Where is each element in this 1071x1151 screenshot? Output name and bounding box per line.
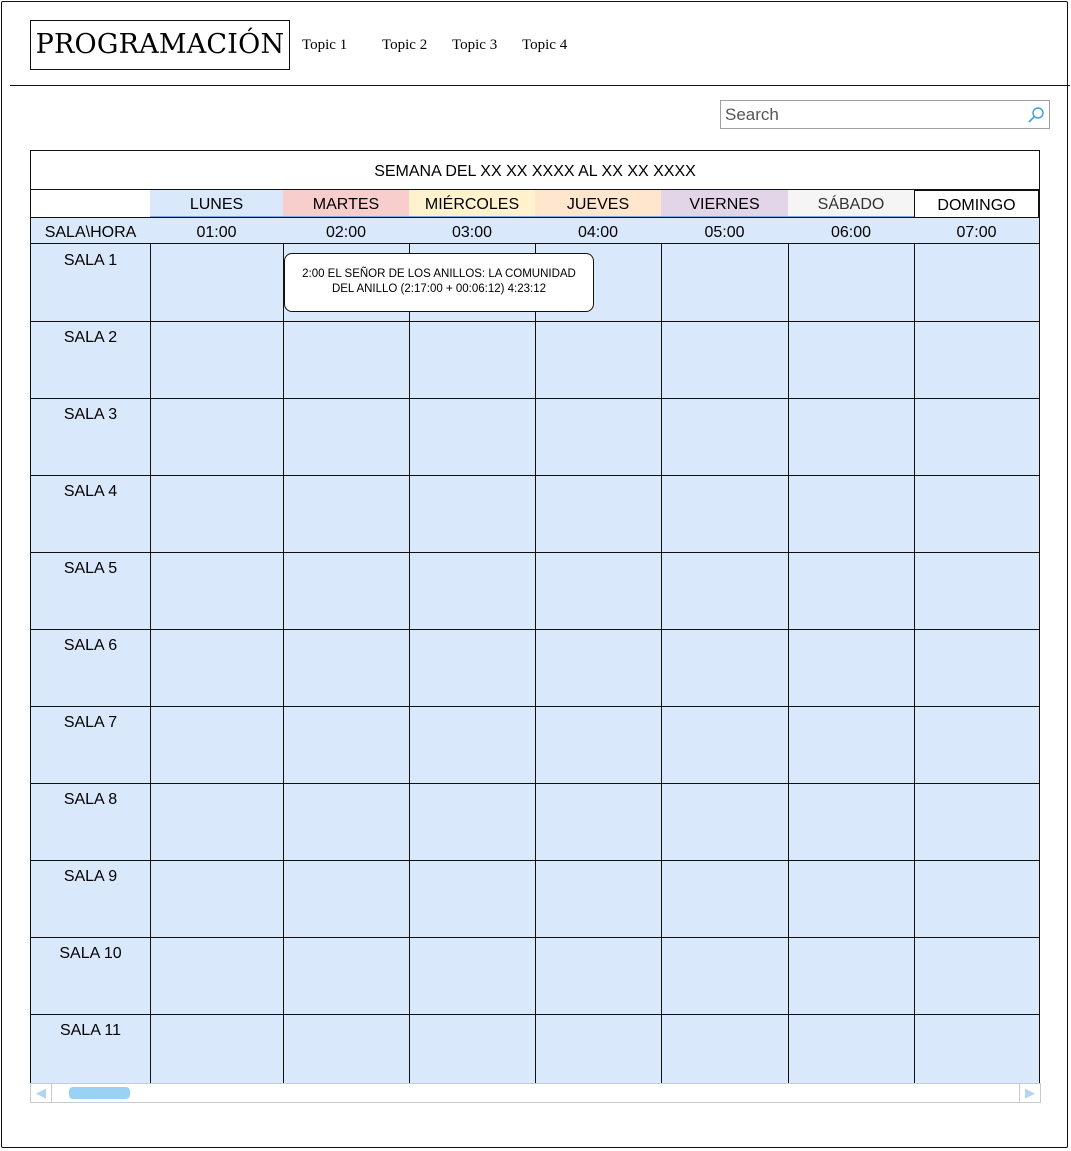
week-title: SEMANA DEL XX XX XXXX AL XX XX XXXX bbox=[31, 151, 1039, 190]
hour-header-row: SALA\HORA 01:00 02:00 03:00 04:00 05:00 … bbox=[31, 217, 1039, 244]
corner-label: SALA\HORA bbox=[44, 224, 137, 241]
nav-topic-1[interactable]: Topic 1 bbox=[302, 37, 347, 54]
column-divider bbox=[409, 244, 410, 1083]
day-header-lunes: LUNES bbox=[150, 190, 283, 217]
column-divider bbox=[150, 244, 151, 1083]
schedule-grid[interactable]: SALA 1 SALA 2 SALA 3 SALA 4 SALA 5 SALA 6 SALA… bbox=[31, 244, 1039, 1083]
day-header-viernes: VIERNES bbox=[661, 190, 788, 217]
hour-label: 04:00 bbox=[577, 224, 619, 241]
room-label: SALA 5 bbox=[63, 560, 118, 577]
column-divider bbox=[914, 244, 915, 1083]
day-header-domingo: DOMINGO bbox=[914, 190, 1039, 217]
column-divider bbox=[661, 244, 662, 1083]
scroll-thumb[interactable] bbox=[69, 1087, 130, 1099]
column-divider bbox=[788, 244, 789, 1083]
day-header-martes: MARTES bbox=[283, 190, 409, 217]
hour-label: 03:00 bbox=[451, 224, 493, 241]
app-logo[interactable]: PROGRAMACIÓN bbox=[30, 20, 290, 70]
header-divider bbox=[10, 85, 1070, 86]
search-icon[interactable] bbox=[1027, 106, 1045, 124]
day-header-miercoles: MIÉRCOLES bbox=[409, 190, 535, 217]
room-label: SALA 3 bbox=[63, 406, 118, 423]
nav-topic-2[interactable]: Topic 2 bbox=[382, 37, 427, 54]
search-box[interactable] bbox=[720, 100, 1050, 129]
hour-label: 06:00 bbox=[830, 224, 872, 241]
hour-label: 01:00 bbox=[196, 224, 237, 241]
event-title-line-1: 2:00 EL SEÑOR DE LOS ANILLOS: LA COMUNID… bbox=[302, 268, 576, 280]
room-label: SALA 1 bbox=[63, 252, 118, 269]
nav-topic-3[interactable]: Topic 3 bbox=[452, 37, 497, 54]
search-input[interactable] bbox=[721, 101, 1025, 128]
room-label: SALA 10 bbox=[59, 945, 122, 962]
day-header-jueves: JUEVES bbox=[535, 190, 661, 217]
nav-topic-4[interactable]: Topic 4 bbox=[522, 37, 567, 54]
room-label: SALA 11 bbox=[59, 1022, 122, 1039]
event-card[interactable]: 2:00 EL SEÑOR DE LOS ANILLOS: LA COMUNID… bbox=[284, 253, 594, 312]
column-divider bbox=[283, 244, 284, 1083]
room-label: SALA 9 bbox=[63, 868, 118, 885]
scroll-right-icon[interactable]: ▶ bbox=[1019, 1084, 1040, 1102]
day-header-sabado: SÁBADO bbox=[788, 190, 914, 217]
room-label: SALA 4 bbox=[63, 483, 118, 500]
event-title-line-2: DEL ANILLO (2:17:00 + 00:06:12) 4:23:12 bbox=[331, 283, 547, 295]
horizontal-scrollbar[interactable]: ◀ ▶ bbox=[30, 1083, 1041, 1103]
room-label: SALA 8 bbox=[63, 791, 118, 808]
scroll-left-icon[interactable]: ◀ bbox=[31, 1084, 52, 1102]
room-label: SALA 6 bbox=[63, 637, 118, 654]
room-label: SALA 2 bbox=[63, 329, 118, 346]
room-label: SALA 7 bbox=[63, 714, 118, 731]
hour-label: 02:00 bbox=[325, 224, 367, 241]
column-divider bbox=[535, 244, 536, 1083]
schedule-table: SEMANA DEL XX XX XXXX AL XX XX XXXX LUNE… bbox=[30, 150, 1040, 1084]
hour-label: 05:00 bbox=[704, 224, 745, 241]
hour-label: 07:00 bbox=[956, 224, 997, 241]
